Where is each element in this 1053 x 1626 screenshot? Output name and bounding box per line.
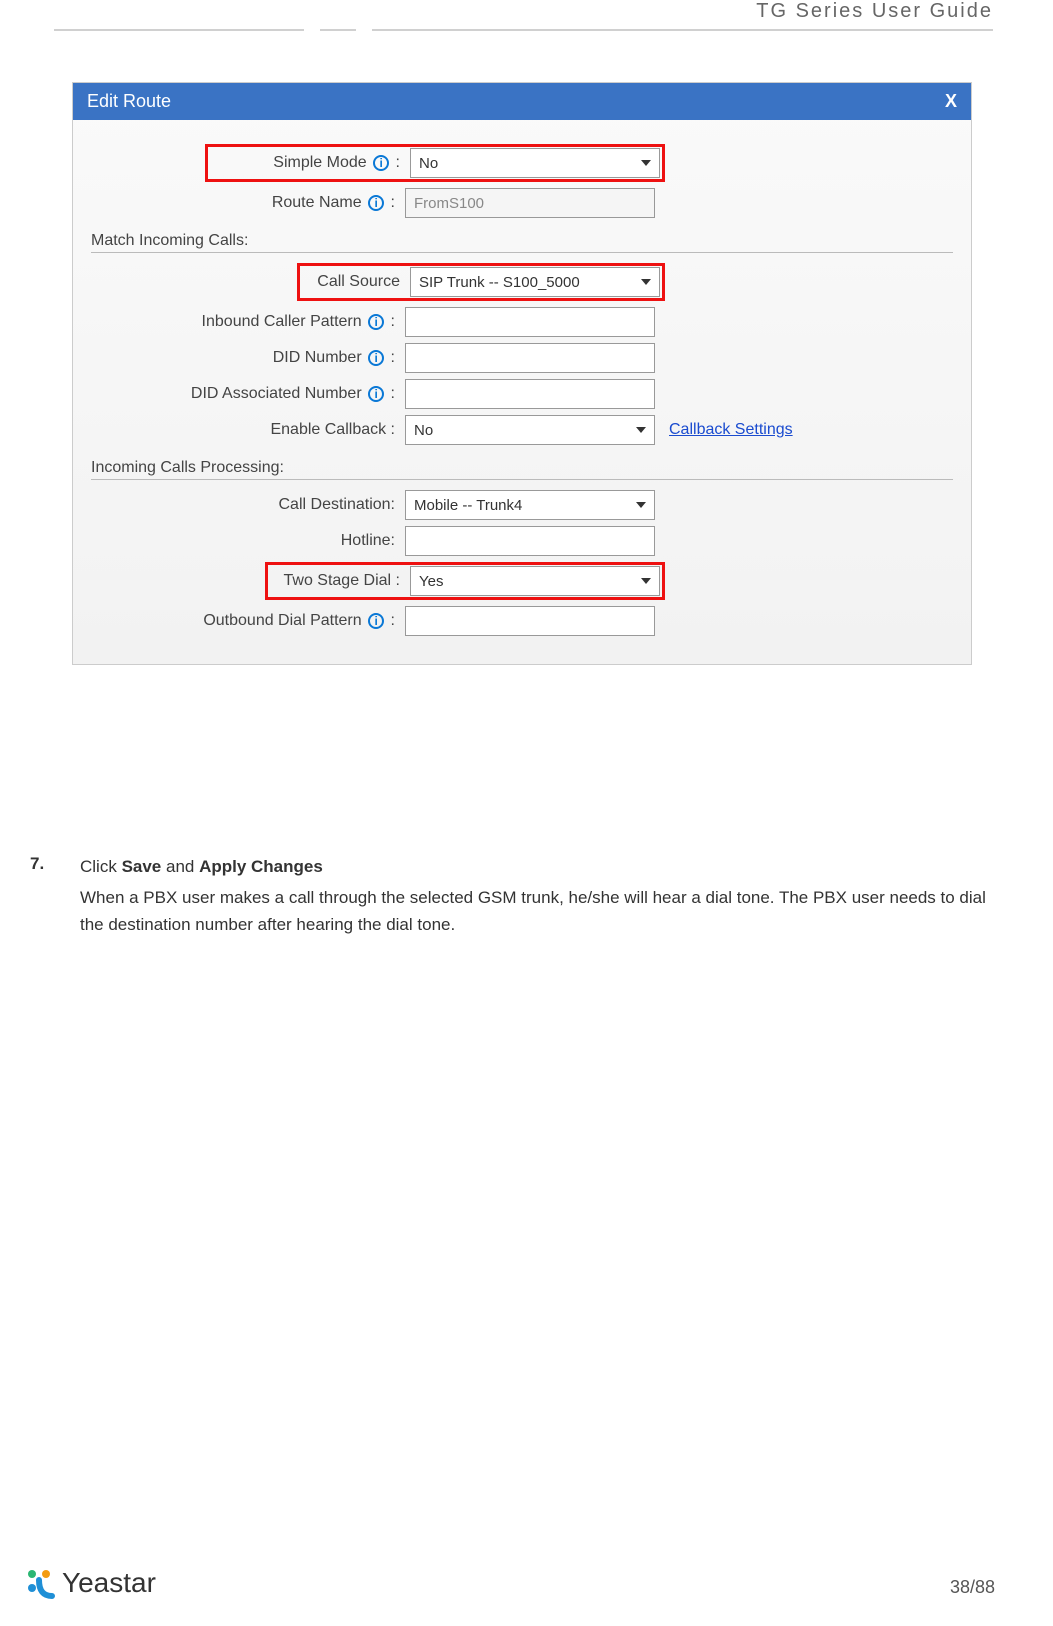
route-name-input[interactable]: FromS100 — [405, 188, 655, 218]
simple-mode-label: Simple Mode i : — [210, 154, 410, 172]
section-divider — [91, 252, 953, 253]
inbound-caller-pattern-input[interactable] — [405, 307, 655, 337]
call-destination-label: Call Destination: — [85, 496, 405, 514]
info-icon[interactable]: i — [368, 350, 384, 366]
hotline-label: Hotline: — [85, 532, 405, 550]
outbound-dial-pattern-input[interactable] — [405, 606, 655, 636]
header-rule — [54, 28, 993, 31]
info-icon[interactable]: i — [368, 386, 384, 402]
route-name-label: Route Name i : — [85, 194, 405, 212]
brand-logo: Yeastar — [22, 1566, 156, 1600]
did-associated-number-label: DID Associated Number i : — [85, 385, 405, 403]
logo-icon — [22, 1566, 56, 1600]
enable-callback-label: Enable Callback : — [85, 421, 405, 439]
match-incoming-heading: Match Incoming Calls: — [91, 232, 959, 250]
section-divider — [91, 479, 953, 480]
two-stage-dial-select[interactable]: Yes — [410, 566, 660, 596]
call-source-label: Call Source — [302, 273, 410, 291]
call-source-select[interactable]: SIP Trunk -- S100_5000 — [410, 267, 660, 297]
enable-callback-select[interactable]: No — [405, 415, 655, 445]
doc-header-title: TG Series User Guide — [756, 0, 993, 23]
callback-settings-link[interactable]: Callback Settings — [669, 421, 793, 439]
close-icon[interactable]: X — [945, 91, 957, 112]
info-icon[interactable]: i — [368, 613, 384, 629]
step-number: 7. — [30, 854, 60, 880]
did-number-input[interactable] — [405, 343, 655, 373]
simple-mode-select[interactable]: No — [410, 148, 660, 178]
page-number: 38/88 — [950, 1577, 995, 1598]
edit-route-dialog: Edit Route X Simple Mode i : No Route Na… — [72, 82, 972, 665]
did-associated-number-input[interactable] — [405, 379, 655, 409]
incoming-processing-heading: Incoming Calls Processing: — [91, 459, 959, 477]
hotline-input[interactable] — [405, 526, 655, 556]
dialog-titlebar: Edit Route X — [73, 83, 971, 120]
call-destination-select[interactable]: Mobile -- Trunk4 — [405, 490, 655, 520]
info-icon[interactable]: i — [373, 155, 389, 171]
step-line: Click Save and Apply Changes — [80, 854, 1003, 880]
dialog-title: Edit Route — [87, 91, 171, 112]
step-description: When a PBX user makes a call through the… — [80, 884, 1003, 938]
inbound-caller-pattern-label: Inbound Caller Pattern i : — [85, 313, 405, 331]
did-number-label: DID Number i : — [85, 349, 405, 367]
info-icon[interactable]: i — [368, 195, 384, 211]
two-stage-dial-label: Two Stage Dial : — [270, 572, 410, 590]
brand-name: Yeastar — [62, 1567, 156, 1599]
info-icon[interactable]: i — [368, 314, 384, 330]
instruction-text: 7. Click Save and Apply Changes When a P… — [30, 854, 1003, 938]
outbound-dial-pattern-label: Outbound Dial Pattern i : — [85, 612, 405, 630]
